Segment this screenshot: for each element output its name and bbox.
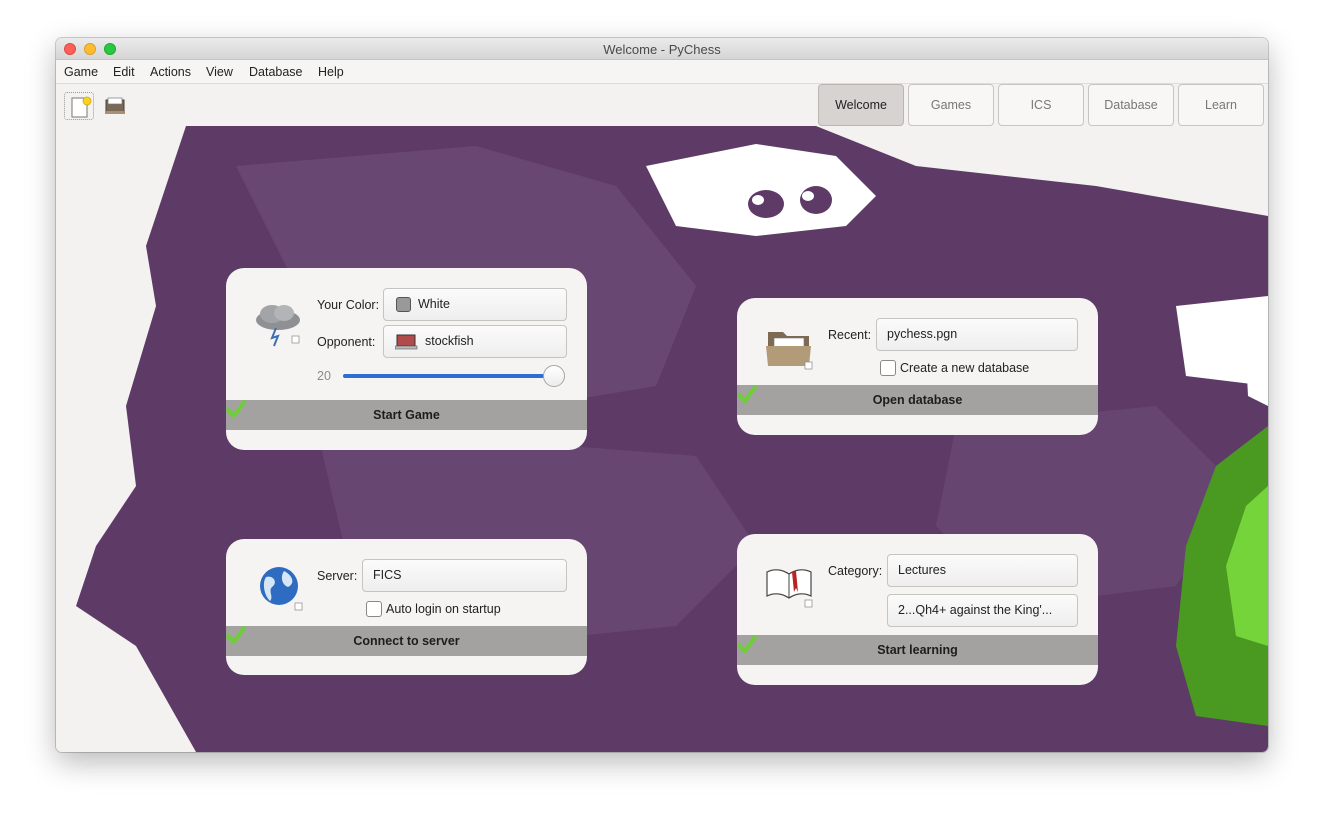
color-swatch-icon — [396, 297, 411, 312]
create-database-label[interactable]: Create a new database — [900, 361, 1029, 375]
category-label: Category: — [828, 564, 883, 578]
open-game-icon — [105, 97, 125, 114]
check-icon — [226, 626, 246, 644]
new-game-icon — [71, 96, 92, 118]
connect-server-label: Connect to server — [353, 634, 460, 648]
menu-help[interactable]: Help — [318, 65, 344, 79]
check-icon — [226, 400, 246, 418]
open-database-button[interactable]: Open database — [737, 385, 1098, 415]
menu-view[interactable]: View — [206, 65, 233, 79]
opponent-label: Opponent: — [317, 335, 376, 349]
welcome-background: Your Color: White Opponent: stockfish 20… — [56, 126, 1268, 752]
your-color-label: Your Color: — [317, 298, 380, 312]
tab-database[interactable]: Database — [1088, 84, 1174, 126]
opponent-select[interactable]: stockfish — [383, 325, 567, 358]
globe-icon — [260, 567, 303, 611]
opponent-value: stockfish — [425, 334, 474, 348]
tab-ics[interactable]: ICS — [998, 84, 1084, 126]
learn-card: Category: Lectures 2...Qh4+ against the … — [737, 534, 1098, 685]
server-label: Server: — [317, 569, 358, 583]
title-bar: Welcome - PyChess — [56, 38, 1268, 60]
strength-value: 20 — [317, 369, 331, 383]
server-select[interactable]: FICS — [362, 559, 567, 592]
your-color-select[interactable]: White — [383, 288, 567, 321]
start-game-label: Start Game — [373, 408, 440, 422]
folder-icon — [766, 332, 813, 370]
tab-games[interactable]: Games — [908, 84, 994, 126]
recent-database-select[interactable]: pychess.pgn — [876, 318, 1078, 351]
create-database-checkbox[interactable] — [880, 360, 896, 376]
check-icon — [737, 635, 757, 653]
menu-bar: Game Edit Actions View Database Help — [56, 60, 1268, 84]
toolbar — [56, 84, 1268, 126]
book-icon — [766, 569, 813, 608]
strength-slider-handle[interactable] — [543, 365, 565, 387]
auto-login-checkbox[interactable] — [366, 601, 382, 617]
menu-game[interactable]: Game — [64, 65, 98, 79]
menu-database[interactable]: Database — [249, 65, 303, 79]
category-select[interactable]: Lectures — [887, 554, 1078, 587]
strength-slider-track[interactable] — [343, 374, 553, 378]
recent-label: Recent: — [828, 328, 872, 342]
pychess-window: Welcome - PyChess Game Edit Actions View… — [56, 38, 1268, 752]
your-color-value: White — [418, 297, 450, 311]
check-icon — [737, 385, 757, 403]
database-card: Recent: pychess.pgn Create a new databas… — [737, 298, 1098, 435]
auto-login-label[interactable]: Auto login on startup — [386, 602, 501, 616]
start-learning-button[interactable]: Start learning — [737, 635, 1098, 665]
lecture-select[interactable]: 2...Qh4+ against the King'... — [887, 594, 1078, 627]
menu-edit[interactable]: Edit — [113, 65, 135, 79]
start-learning-label: Start learning — [877, 643, 958, 657]
window-title: Welcome - PyChess — [603, 42, 721, 57]
connect-server-button[interactable]: Connect to server — [226, 626, 587, 656]
start-game-button[interactable]: Start Game — [226, 400, 587, 430]
menu-actions[interactable]: Actions — [150, 65, 191, 79]
play-card: Your Color: White Opponent: stockfish 20… — [226, 268, 587, 450]
tab-learn[interactable]: Learn — [1178, 84, 1264, 126]
open-database-label: Open database — [872, 393, 963, 407]
computer-icon — [395, 334, 418, 350]
open-game-button[interactable] — [100, 92, 130, 120]
server-card: Server: FICS Auto login on startup Conne… — [226, 539, 587, 675]
storm-cloud-icon — [256, 305, 300, 347]
tab-welcome[interactable]: Welcome — [818, 84, 904, 126]
new-game-button[interactable] — [64, 92, 94, 120]
